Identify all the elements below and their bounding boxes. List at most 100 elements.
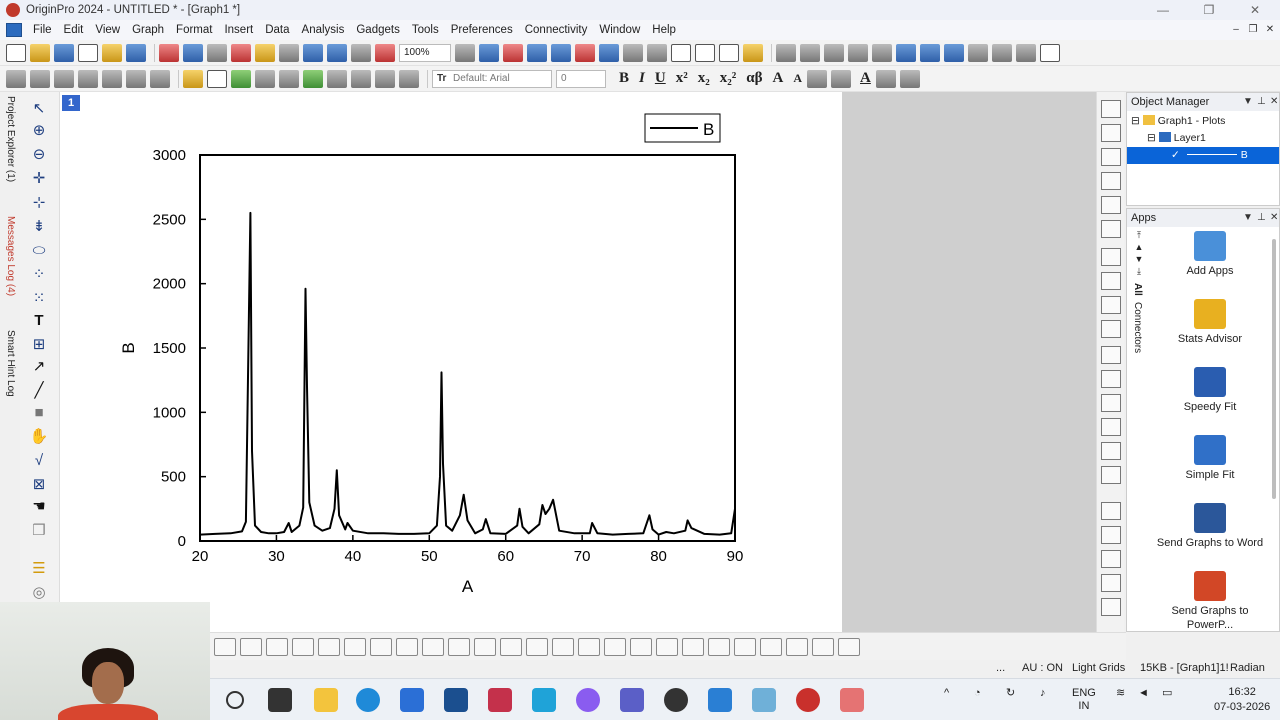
extract-layers-icon[interactable] [1101, 320, 1121, 338]
column-numbers-icon[interactable] [207, 69, 227, 88]
double-y-icon[interactable] [604, 637, 626, 656]
back-icon[interactable] [6, 69, 26, 88]
app-speedy-fit[interactable]: Speedy Fit [1149, 367, 1271, 414]
panel-pin-icon[interactable]: ⊥ [1257, 93, 1266, 111]
new-workbook-icon[interactable] [30, 43, 50, 62]
rescale-axes-icon[interactable] [1101, 196, 1121, 214]
menu-window[interactable]: Window [593, 24, 646, 36]
code-builder-icon[interactable] [527, 43, 547, 62]
region-mask-icon[interactable]: ⬭ [26, 240, 52, 260]
command-window-icon[interactable] [575, 43, 595, 62]
3d-wire-icon[interactable] [396, 637, 418, 656]
new-graph-icon[interactable] [54, 43, 74, 62]
merge-graphs-icon[interactable] [1101, 248, 1121, 266]
resize-icon[interactable] [78, 69, 98, 88]
supsub-button[interactable]: x₂² [720, 70, 737, 87]
dell-icon[interactable] [444, 688, 468, 712]
menu-file[interactable]: File [27, 24, 58, 36]
panel-menu-icon[interactable]: ▼ [1243, 209, 1253, 227]
scroll-arrows-icon[interactable]: ⤒ ▲ ▼ ⤓ [1129, 229, 1149, 277]
worksheet-query-icon[interactable] [671, 43, 691, 62]
stock-plot-icon[interactable] [318, 637, 340, 656]
menu-edit[interactable]: Edit [58, 24, 90, 36]
forward-icon[interactable] [30, 69, 50, 88]
horizontal-lines-icon[interactable] [708, 637, 730, 656]
notepad-icon[interactable] [752, 688, 776, 712]
export-icon[interactable] [231, 43, 251, 62]
movable-hand-icon[interactable]: ☚ [26, 496, 52, 516]
add-top-x-axis-icon[interactable] [1101, 148, 1121, 166]
data-reader-icon[interactable]: ⊹ [26, 192, 52, 212]
tree-item-plot[interactable]: ✓ B [1127, 147, 1279, 164]
menu-preferences[interactable]: Preferences [445, 24, 519, 36]
image-plot-icon[interactable] [474, 637, 496, 656]
ternary-icon[interactable] [786, 637, 808, 656]
insert-graph-icon[interactable]: ⊠ [26, 474, 52, 494]
set-values-icon[interactable] [695, 43, 715, 62]
mdi-close-icon[interactable]: ✕ [1262, 20, 1278, 40]
wifi-icon[interactable]: ≋ [1116, 687, 1125, 700]
undo-icon[interactable] [150, 69, 170, 88]
cloud-icon[interactable] [279, 43, 299, 62]
copy-page-icon[interactable] [479, 43, 499, 62]
apps-tab-connectors[interactable]: Connectors [1132, 302, 1143, 353]
project-explorer-tab[interactable]: Project Explorer (1) [2, 96, 16, 182]
layer-arrange-icon[interactable] [1101, 100, 1121, 118]
pie-plot-icon[interactable] [292, 637, 314, 656]
new-notes-icon[interactable] [102, 43, 122, 62]
ungroup-icon[interactable] [1101, 574, 1121, 592]
checkbox-icon[interactable]: ✓ [1171, 149, 1180, 161]
pin-icon[interactable] [126, 69, 146, 88]
minimize-icon[interactable]: — [1140, 0, 1186, 20]
decrease-font-button[interactable]: A [793, 71, 802, 86]
search-icon[interactable] [226, 691, 244, 709]
origin-taskbar-icon[interactable] [840, 688, 864, 712]
pattern-icon[interactable] [899, 69, 920, 88]
menu-connectivity[interactable]: Connectivity [519, 24, 594, 36]
record-icon[interactable] [375, 43, 395, 62]
filter-options-icon[interactable] [1016, 43, 1036, 62]
mdi-restore-icon[interactable]: ❐ [1245, 20, 1261, 40]
recalculate-icon[interactable] [351, 43, 371, 62]
taskbar-clock[interactable]: 16:32 07-03-2026 [1214, 685, 1270, 715]
mdi-minimize-icon[interactable]: – [1228, 20, 1244, 40]
refresh-icon[interactable] [1040, 43, 1060, 62]
panel-close-icon[interactable]: ✕ [1270, 209, 1278, 227]
store-icon[interactable] [400, 688, 424, 712]
new-project-icon[interactable] [6, 43, 26, 62]
table-icon[interactable] [255, 69, 275, 88]
cut-icon[interactable] [351, 69, 371, 88]
row-number-icon[interactable] [872, 43, 892, 62]
recording-app-icon[interactable] [664, 688, 688, 712]
new-matrix-icon[interactable] [78, 43, 98, 62]
arrange-layers-icon[interactable] [1101, 272, 1121, 290]
contour-icon[interactable] [422, 637, 444, 656]
volume-icon[interactable]: ◄ [1138, 687, 1149, 700]
text-tool-icon[interactable]: T [26, 310, 52, 330]
add-layer-icon[interactable] [303, 69, 323, 88]
zoom-out-icon[interactable]: ⊖ [26, 144, 52, 164]
save-icon[interactable] [303, 43, 323, 62]
smith-chart-icon[interactable] [812, 637, 834, 656]
zoom-select[interactable]: 100% [399, 43, 451, 62]
smart-hint-log-tab[interactable]: Smart Hint Log [2, 330, 16, 397]
filter-clear-icon[interactable] [992, 43, 1012, 62]
open-icon[interactable] [255, 43, 275, 62]
battery-icon[interactable]: ▭ [1162, 687, 1172, 700]
heatmap-icon[interactable] [448, 637, 470, 656]
collapse-icon[interactable]: ⊟ [1131, 115, 1140, 127]
app-send-graphs-word[interactable]: Send Graphs to Word [1149, 503, 1271, 550]
apps-scrollbar[interactable] [1272, 239, 1276, 499]
menu-tools[interactable]: Tools [406, 24, 445, 36]
language-indicator[interactable]: ENG IN [1072, 687, 1096, 713]
box-plot-icon[interactable] [944, 43, 964, 62]
object-back-icon[interactable] [1101, 526, 1121, 544]
sync-icon[interactable]: ↻ [1006, 687, 1015, 700]
checkbox-icon[interactable] [1158, 132, 1171, 142]
equation-icon[interactable]: √ [26, 450, 52, 470]
photos-icon[interactable] [708, 688, 732, 712]
mic-icon[interactable]: ♪ [1040, 687, 1046, 700]
sum-icon[interactable] [824, 43, 844, 62]
collapse-icon[interactable]: ⊟ [1147, 132, 1156, 144]
circle-tool-icon[interactable]: ◎ [26, 582, 52, 602]
